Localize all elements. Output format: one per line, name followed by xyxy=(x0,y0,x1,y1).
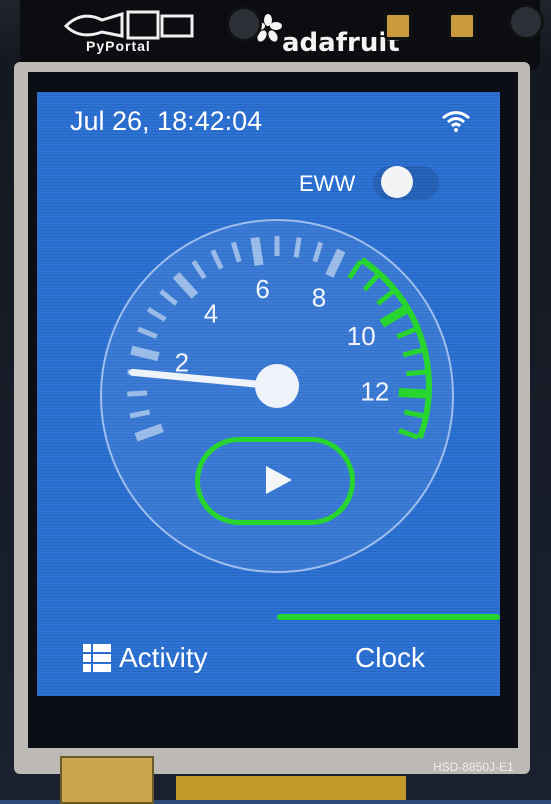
tab-activity-label: Activity xyxy=(119,642,208,673)
tab-clock[interactable]: Clock xyxy=(355,638,425,678)
adafruit-wordmark: adafruit xyxy=(282,28,400,58)
play-icon xyxy=(266,466,292,494)
mount-hole xyxy=(508,4,544,40)
gauge-tick-label: 10 xyxy=(347,321,376,351)
datetime-label: Jul 26, 18:42:04 xyxy=(70,106,263,136)
mount-hole xyxy=(226,6,262,42)
grid-icon xyxy=(83,644,111,672)
gauge-tick xyxy=(398,388,428,399)
pyportal-wordmark: PyPortal xyxy=(86,38,151,54)
eww-toggle-label: EWW xyxy=(299,171,356,196)
gauge-tick-label: 4 xyxy=(204,299,218,329)
pyportal-board: PyPortal adafruit Jul 26, 18:42:04 EWW 2… xyxy=(0,0,551,804)
play-button[interactable] xyxy=(195,437,355,525)
toggle-knob xyxy=(381,166,413,198)
solder-pad xyxy=(448,12,476,40)
ribbon-cable xyxy=(176,776,406,800)
gauge-tick xyxy=(406,369,427,377)
gauge-tick xyxy=(127,390,148,397)
tab-activity[interactable]: Activity xyxy=(83,638,208,678)
touch-screen: Jul 26, 18:42:04 EWW 2 4 6 8 10 12 Activ… xyxy=(37,92,500,696)
model-label: HSD-8850J-E1 xyxy=(433,760,514,774)
gauge-tick-label: 12 xyxy=(360,376,389,406)
flex-connector xyxy=(60,756,154,804)
pyportal-logo xyxy=(63,10,194,40)
gauge-tick-label: 8 xyxy=(312,282,326,312)
gauge-tick xyxy=(250,236,264,266)
wifi-icon xyxy=(442,111,470,132)
progress-bar xyxy=(277,614,500,620)
needle-hub xyxy=(255,364,299,408)
solder-pad xyxy=(384,12,412,40)
tab-clock-label: Clock xyxy=(355,642,426,673)
gauge-tick-label: 6 xyxy=(255,274,269,304)
gauge-tick xyxy=(293,237,302,258)
eww-toggle-switch[interactable] xyxy=(373,166,439,200)
